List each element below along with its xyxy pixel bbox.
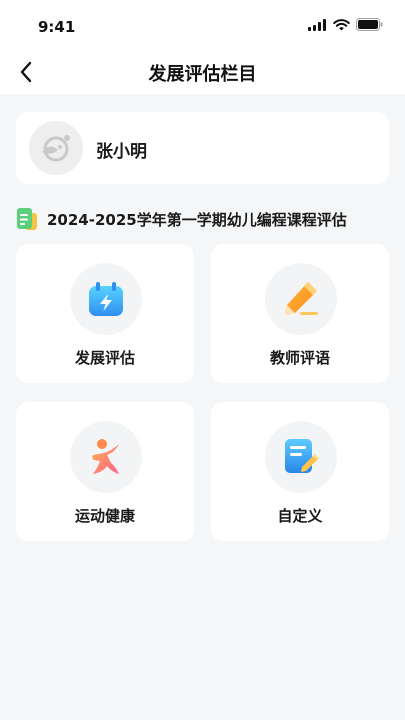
profile-card[interactable]: 张小明 xyxy=(16,112,389,184)
note-edit-icon xyxy=(285,439,319,473)
section-title: 2024-2025学年第一学期幼儿编程课程评估 xyxy=(47,210,347,229)
tile-label: 发展评估 xyxy=(74,349,135,367)
tile-icon-circle xyxy=(265,421,337,493)
calendar-bolt-icon xyxy=(89,282,123,316)
status-time: 9:41 xyxy=(38,18,76,36)
running-figure-icon xyxy=(92,439,119,474)
nav-bar: 发展评估栏目 xyxy=(0,50,405,94)
tile-sports-health[interactable]: 运动健康 xyxy=(16,402,194,541)
status-bar: 9:41 xyxy=(0,0,405,50)
tile-icon-circle xyxy=(265,263,337,335)
tile-development-assessment[interactable]: 发展评估 xyxy=(16,244,194,383)
cellular-signal-icon xyxy=(308,18,326,31)
battery-icon xyxy=(356,18,383,31)
tile-custom[interactable]: 自定义 xyxy=(211,402,389,541)
tile-label: 运动健康 xyxy=(74,507,135,525)
status-icons xyxy=(308,18,383,31)
page-title: 发展评估栏目 xyxy=(148,64,257,85)
tile-icon-circle xyxy=(70,421,142,493)
tile-icon-circle xyxy=(70,263,142,335)
section-header: 2024-2025学年第一学期幼儿编程课程评估 xyxy=(16,206,389,232)
student-name: 张小明 xyxy=(96,142,147,162)
document-icon xyxy=(17,208,37,230)
tile-label: 教师评语 xyxy=(269,349,330,367)
tile-teacher-comments[interactable]: 教师评语 xyxy=(211,244,389,383)
tile-label: 自定义 xyxy=(277,507,323,525)
wifi-icon xyxy=(333,18,350,30)
avatar-placeholder-icon xyxy=(42,135,70,162)
pencil-icon xyxy=(285,282,318,315)
avatar xyxy=(29,121,83,175)
